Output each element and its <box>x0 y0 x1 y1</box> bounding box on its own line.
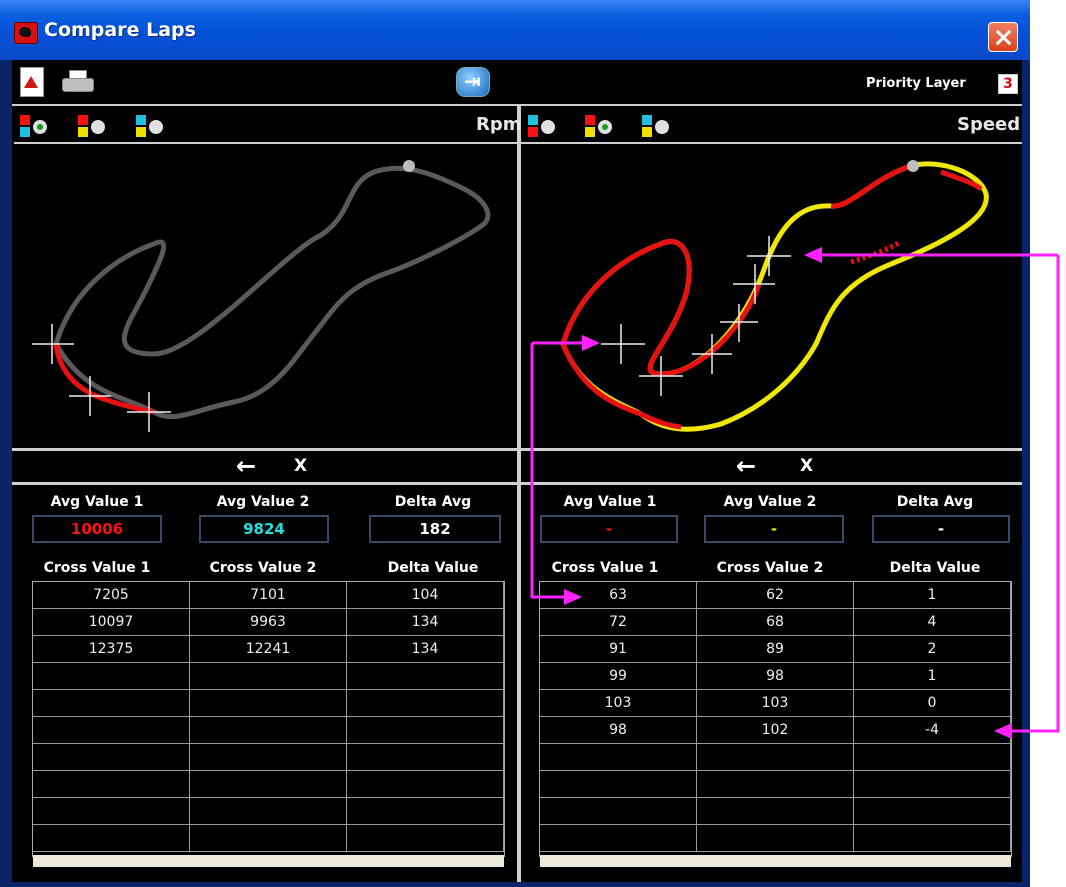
annotation-arrowhead <box>582 335 600 351</box>
annotation-arrowhead <box>994 723 1012 739</box>
annotation-arrowhead <box>564 589 582 605</box>
annotation-arrowhead <box>804 247 822 263</box>
annotation-overlay <box>530 247 1060 739</box>
